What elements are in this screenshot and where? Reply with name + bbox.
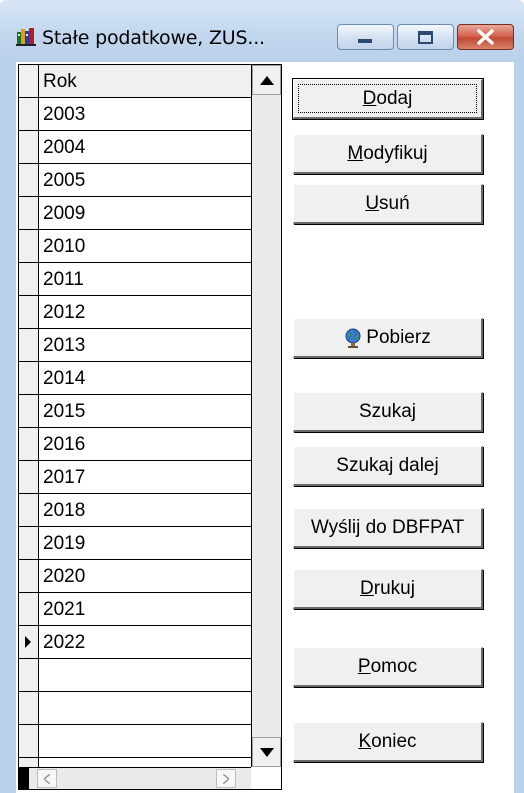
empty-row[interactable]	[39, 692, 251, 725]
main-window: Stałe podatkowe, ZUS... Rok 2003 2004 2005…	[0, 0, 524, 793]
dodaj-label: odaj	[376, 88, 413, 109]
row-indicator[interactable]	[19, 98, 38, 131]
scroll-left-arrow-icon	[44, 773, 50, 784]
pobierz-button[interactable]: Pobierz	[293, 318, 483, 358]
maximize-icon	[418, 31, 433, 44]
empty-row[interactable]	[39, 659, 251, 692]
dodaj-button[interactable]: Dodaj	[292, 78, 484, 120]
usun-label: suń	[379, 193, 410, 214]
table-row[interactable]: 2021	[39, 593, 251, 626]
szukaj-label: Szukaj	[358, 401, 417, 422]
row-indicator[interactable]	[19, 626, 38, 659]
koniec-button[interactable]: Koniec	[293, 722, 483, 762]
maximize-button[interactable]	[397, 24, 454, 50]
row-indicator[interactable]	[19, 164, 38, 197]
szukaj-button[interactable]: Szukaj	[293, 392, 483, 432]
scroll-down-arrow-icon	[259, 747, 274, 757]
row-indicator[interactable]	[19, 494, 38, 527]
modyfikuj-label: odyfikuj	[363, 143, 428, 164]
client-area: Rok 2003 2004 2005 2009 2010 2011 2012 2013 2014…	[16, 62, 514, 793]
table-row[interactable]: 2017	[39, 461, 251, 494]
scroll-right-button[interactable]	[216, 769, 236, 788]
table-row[interactable]: 2004	[39, 131, 251, 164]
row-indicator[interactable]	[19, 395, 38, 428]
usun-hotkey: U	[365, 193, 380, 214]
indicator-header	[19, 65, 38, 98]
table-row[interactable]: 2019	[39, 527, 251, 560]
table-row[interactable]: 2009	[39, 197, 251, 230]
database-books-icon[interactable]	[16, 26, 36, 46]
window-title: Stałe podatkowe, ZUS...	[42, 27, 265, 49]
pobierz-label: Pobierz	[366, 327, 431, 348]
row-indicator[interactable]	[19, 362, 38, 395]
modyfikuj-button[interactable]: Modyfikuj	[293, 134, 483, 174]
table-row[interactable]: 2013	[39, 329, 251, 362]
table-row[interactable]: 2018	[39, 494, 251, 527]
row-indicator[interactable]	[19, 329, 38, 362]
pomoc-button[interactable]: Pomoc	[293, 647, 483, 687]
szukaj-dalej-label: Szukaj dalej	[336, 455, 439, 476]
close-button[interactable]	[457, 24, 514, 50]
title-bar[interactable]: Stałe podatkowe, ZUS...	[0, 0, 524, 60]
table-row[interactable]: 2003	[39, 98, 251, 131]
table-row[interactable]: 2012	[39, 296, 251, 329]
row-indicator[interactable]	[19, 296, 38, 329]
table-row[interactable]: 2022	[39, 626, 251, 659]
globe-icon	[345, 328, 361, 348]
row-indicator[interactable]	[19, 197, 38, 230]
row-indicator[interactable]	[19, 560, 38, 593]
minimize-button[interactable]	[337, 24, 394, 50]
row-indicator[interactable]	[19, 428, 38, 461]
years-grid[interactable]: Rok 2003 2004 2005 2009 2010 2011 2012 2013 2014…	[18, 64, 282, 790]
wyslij-do-dbfpat-button[interactable]: Wyślij do DBFPAT	[293, 508, 483, 548]
row-indicator[interactable]	[19, 725, 38, 758]
table-row[interactable]: 2016	[39, 428, 251, 461]
close-icon	[477, 29, 494, 45]
row-indicator[interactable]	[19, 593, 38, 626]
row-indicator[interactable]	[19, 659, 38, 692]
row-indicator[interactable]	[19, 527, 38, 560]
row-indicator[interactable]	[19, 230, 38, 263]
table-row[interactable]: 2005	[39, 164, 251, 197]
scroll-right-arrow-icon	[223, 773, 229, 784]
vertical-scrollbar[interactable]	[251, 65, 281, 767]
table-row[interactable]: 2010	[39, 230, 251, 263]
modyfikuj-hotkey: M	[347, 143, 364, 164]
row-indicator[interactable]	[19, 692, 38, 725]
pomoc-label: omoc	[370, 656, 418, 677]
table-row[interactable]: 2020	[39, 560, 251, 593]
minimize-icon	[358, 39, 372, 43]
drukuj-button[interactable]: Drukuj	[293, 569, 483, 609]
current-row-arrow-icon	[25, 636, 31, 648]
table-row[interactable]: 2014	[39, 362, 251, 395]
scroll-left-button[interactable]	[37, 769, 57, 788]
table-row[interactable]: 2011	[39, 263, 251, 296]
scrollbar-left-edge	[19, 768, 29, 790]
row-indicator[interactable]	[19, 263, 38, 296]
koniec-hotkey: K	[358, 731, 372, 752]
row-indicator-column	[19, 65, 39, 767]
scroll-up-arrow-icon	[259, 75, 274, 85]
column-header-rok[interactable]: Rok	[39, 65, 251, 98]
drukuj-hotkey: D	[360, 578, 374, 599]
scroll-up-button[interactable]	[252, 65, 281, 95]
pomoc-hotkey: P	[357, 656, 371, 677]
drukuj-label: rukuj	[373, 578, 415, 599]
dodaj-hotkey: D	[362, 88, 377, 109]
row-indicator[interactable]	[19, 131, 38, 164]
row-indicator[interactable]	[19, 461, 38, 494]
empty-row[interactable]	[39, 725, 251, 758]
wyslij-label: Wyślij do DBFPAT	[310, 517, 465, 538]
scroll-down-button[interactable]	[252, 737, 281, 767]
horizontal-scrollbar[interactable]	[19, 767, 251, 790]
grid-cells: Rok 2003 2004 2005 2009 2010 2011 2012 2013 2014…	[39, 65, 251, 767]
koniec-label: oniec	[371, 731, 417, 752]
usun-button[interactable]: Usuń	[293, 184, 483, 224]
szukaj-dalej-button[interactable]: Szukaj dalej	[293, 446, 483, 486]
table-row[interactable]: 2015	[39, 395, 251, 428]
